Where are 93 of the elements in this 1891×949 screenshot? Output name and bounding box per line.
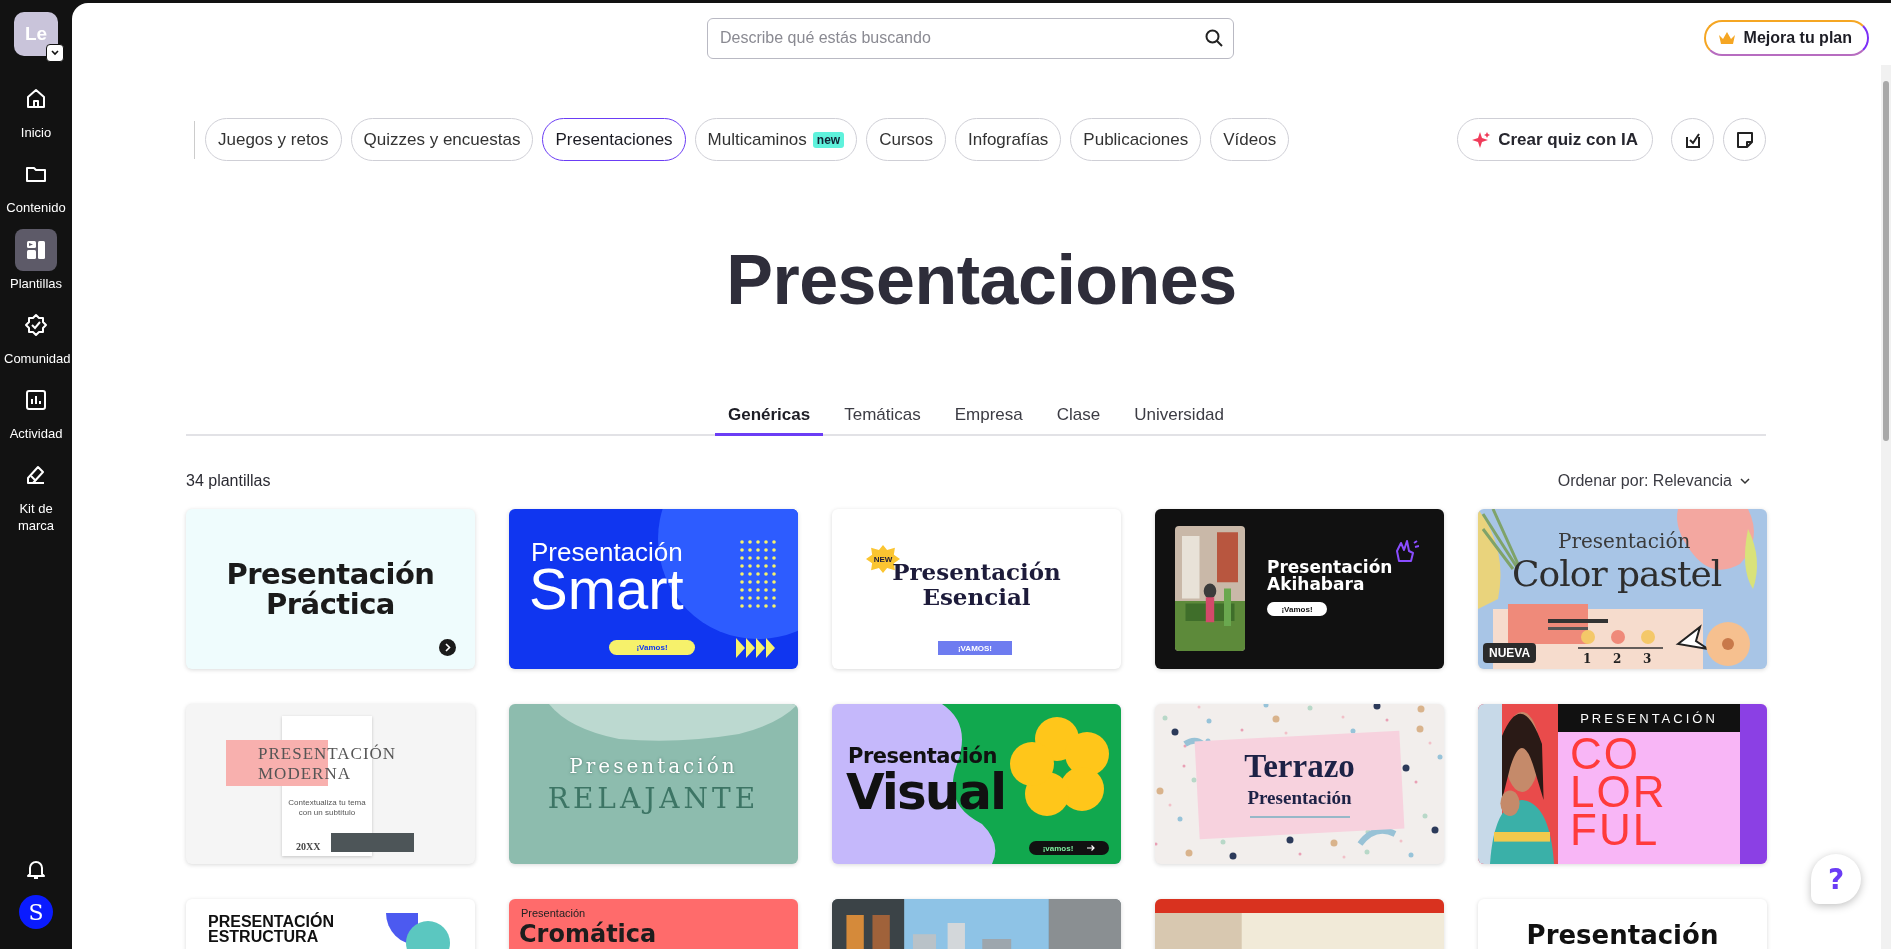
template-title: Presentación (521, 907, 586, 919)
category-chip[interactable]: Cursos (866, 118, 946, 161)
cta-pill: ¡Vamos! (1267, 602, 1327, 616)
search-field[interactable]: Describe qué estás buscando (707, 17, 1234, 59)
template-title: PRESENTACIÓN (208, 913, 334, 930)
template-title: PRESENTACIÓN (1558, 704, 1740, 732)
template-title: Presentación (1267, 557, 1393, 577)
nav-label: Inicio (20, 125, 52, 142)
template-title: Akihabara (1267, 574, 1365, 594)
dot-pattern (739, 539, 777, 609)
crown-icon (1717, 31, 1736, 45)
template-title: CO (1570, 734, 1640, 774)
template-title: MODERNA (258, 764, 351, 784)
hand-icon (1393, 539, 1419, 563)
nav-item[interactable]: Kit de marca (0, 454, 72, 534)
note-icon (1734, 129, 1755, 150)
template-card[interactable]: Presentación Akihabara ¡Vamos! (1155, 509, 1444, 669)
cta-pill: ¡Vamos! (609, 640, 695, 655)
template-title: Presentación (568, 754, 739, 778)
cta-pill: ¡vamos! (1029, 841, 1109, 855)
template-title: RELAJANTE (546, 782, 761, 815)
profile-avatar[interactable]: S (19, 895, 53, 929)
template-card[interactable]: PRESENTACIÓN CO LOR FUL (1478, 704, 1767, 864)
template-subtitle: Contextualiza tu tema con un subtítulo (287, 798, 367, 818)
arrow-circle-icon (439, 639, 456, 656)
step-number: 3 (1643, 652, 1652, 666)
template-card[interactable]: PRESENTACIÓN MODERNA Contextualiza tu tema con un subtítulo 20XX (186, 704, 475, 864)
template-card[interactable]: Terrazo Presentación (1155, 704, 1444, 864)
template-title: Terrazo (1243, 748, 1356, 785)
results-count: 34 plantillas (186, 472, 271, 490)
template-title: Esencial (922, 584, 1031, 610)
nav-item[interactable]: Inicio (0, 78, 72, 142)
shapes-drawing (386, 913, 450, 949)
subcategory-tab[interactable]: Temáticas (831, 399, 934, 436)
step-number: 2 (1613, 652, 1622, 666)
dropdown-icon[interactable] (46, 44, 64, 62)
new-badge: NUEVA (1483, 643, 1537, 663)
template-title: Práctica (266, 589, 395, 620)
category-chip[interactable]: Vídeos (1210, 118, 1290, 161)
nav-label: Contenido (6, 200, 66, 217)
nav-item[interactable]: Comunidad (0, 303, 72, 367)
template-card[interactable]: PRESENTACIÓN ESTRUCTURA (186, 899, 475, 949)
template-title: Cromática (519, 921, 657, 947)
template-title: Presentación (226, 558, 435, 589)
chart-icon (24, 388, 48, 412)
nav-item[interactable]: Contenido (0, 153, 72, 217)
subcategory-tab[interactable]: Universidad (1121, 399, 1237, 436)
template-title: Presentación (1558, 529, 1691, 553)
subcategory-tab[interactable]: Clase (1043, 399, 1114, 436)
template-title: PRESENTACIÓN (258, 744, 397, 764)
nav-label: Plantillas (10, 275, 62, 292)
template-title: ESTRUCTURA (208, 928, 319, 946)
nav-item[interactable]: Plantillas (0, 228, 72, 292)
arrows-icon (736, 638, 776, 658)
checklist-button[interactable] (1671, 118, 1714, 161)
cta-bar: ¡VAMOS! (938, 641, 1012, 655)
template-card[interactable]: Presentación (1478, 899, 1767, 949)
new-badge: new (812, 131, 845, 148)
sort-dropdown[interactable]: Ordenar por: Relevancia (1557, 472, 1750, 490)
year-text: 20XX (296, 841, 321, 852)
template-card[interactable]: Presentación Cromática (509, 899, 798, 949)
verified-badge-icon (24, 312, 48, 337)
nav-item[interactable]: Actividad (0, 379, 72, 443)
sparkle-icon (1472, 130, 1491, 149)
nav-label: Comunidad (4, 350, 68, 367)
chevron-down-icon (1740, 477, 1750, 485)
template-title: LOR (1570, 772, 1667, 812)
note-button[interactable] (1723, 118, 1766, 161)
nav-label: Kit de marca (16, 501, 56, 534)
scrollbar[interactable] (1881, 65, 1891, 949)
category-chip[interactable]: Presentaciones (542, 118, 686, 161)
template-title: FUL (1570, 810, 1660, 850)
template-title: Color pastel (1512, 553, 1722, 594)
category-chip[interactable]: Quizzes y encuestas (350, 118, 534, 161)
template-card[interactable]: Presentación Práctica (186, 509, 475, 669)
template-title: Presentación (1246, 787, 1353, 809)
category-chip[interactable]: Publicaciones (1070, 118, 1202, 161)
arrow-right-icon (1087, 845, 1096, 851)
home-icon (24, 87, 48, 111)
subcategory-tab[interactable]: Empresa (941, 399, 1036, 436)
step-number: 1 (1583, 652, 1592, 666)
subcategory-tab[interactable]: Genéricas (715, 399, 824, 436)
nav-label: Actividad (9, 426, 63, 443)
page-title: Presentaciones (725, 240, 1238, 321)
template-card[interactable]: Presentación Color pastel NUEVA 1 2 3 (1478, 509, 1767, 669)
search-icon (1204, 27, 1224, 48)
template-title: Presentación (1525, 921, 1720, 949)
category-chip[interactable]: Infografías (955, 118, 1062, 161)
upgrade-button[interactable]: Mejora tu plan (1703, 20, 1869, 56)
ai-quiz-button[interactable]: Crear quiz con IA (1457, 118, 1653, 161)
category-chip[interactable]: Multicaminos new (694, 118, 858, 161)
chevron-down-icon (50, 48, 60, 58)
category-chip[interactable]: Juegos y retos (205, 118, 342, 161)
